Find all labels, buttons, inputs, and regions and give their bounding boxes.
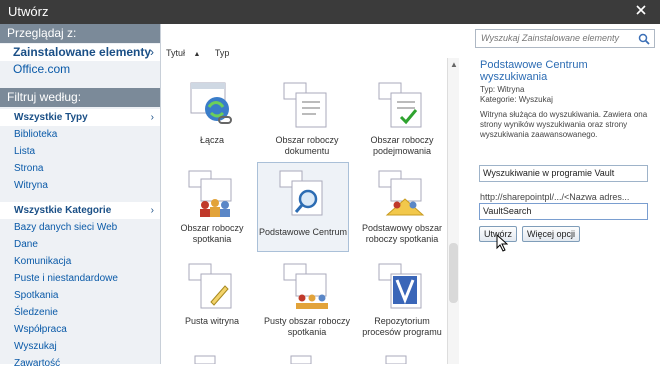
scroll-up-icon[interactable]: ▲ [450,60,458,69]
source-office-label: Office.com [13,62,71,76]
tile-label: Obszar roboczy dokumentu [275,135,339,156]
close-icon[interactable] [634,3,648,17]
template-gallery: Tytuł ▲ Typ Łącza Obszar roboczy dokumen… [161,24,459,364]
search-center-icon [279,170,323,216]
meeting-workspace-icon [188,170,232,217]
sidebar: Przeglądaj z: Zainstalowane elementy › Of… [0,24,161,369]
filter-type-site[interactable]: Witryna [0,177,160,194]
search-icon[interactable] [638,33,650,45]
url-prefix: http://sharepointpl/.../<Nazwa adres... [480,192,630,202]
template-tile[interactable]: Obszar roboczy spotkania [167,167,257,255]
template-tile[interactable]: Obszar roboczy podejmowania [357,79,447,167]
scroll-thumb[interactable] [449,243,458,303]
template-meta: Typ: Witryna Kategorie: Wyszukaj [480,85,553,105]
blank-meeting-workspace-icon [283,263,328,309]
template-tile[interactable]: Obszar roboczy dokumentu [262,79,352,167]
sort-by-title[interactable]: Tytuł ▲ [166,48,206,58]
chevron-right-icon: › [150,112,154,123]
chevron-right-icon: › [150,205,154,216]
filter-category-tracking[interactable]: Śledzenie [0,304,160,321]
filter-category-all[interactable]: Wszystkie Kategorie › [0,202,160,219]
filter-category-all-label: Wszystkie Kategorie [14,205,112,216]
browse-heading: Przeglądaj z: [0,24,160,43]
template-tile[interactable]: Łącza [167,79,257,167]
filter-category-communication[interactable]: Komunikacja [0,253,160,270]
tile-label: Podstawowe Centrum [258,227,348,237]
source-installed-label: Zainstalowane elementy [13,45,152,59]
filter-category-data[interactable]: Dane [0,236,160,253]
blank-site-icon [188,263,232,309]
filter-category-blank[interactable]: Puste i niestandardowe [0,270,160,287]
process-repository-icon [378,263,422,309]
tile-label: Obszar roboczy spotkania [180,223,244,244]
sort-bar: Tytuł ▲ Typ [166,48,235,58]
filter-type-list[interactable]: Lista [0,143,160,160]
source-installed[interactable]: Zainstalowane elementy › [0,44,160,61]
filter-category-webdb[interactable]: Bazy danych sieci Web [0,219,160,236]
title-bar: Utwórz [0,0,660,24]
filter-type-all-label: Wszystkie Typy [14,112,88,123]
sort-title-label: Tytuł [166,48,186,58]
url-field[interactable]: VaultSearch [479,203,648,220]
template-tile[interactable]: Pusty obszar roboczy spotkania [262,260,352,348]
template-tile[interactable]: Podstawowy obszar roboczy spotkania [357,167,447,255]
more-tiles-hint [194,355,407,364]
template-title: Podstawowe Centrum wyszukiwania [480,59,588,83]
more-options-button[interactable]: Więcej opcji [522,226,580,242]
gallery-scrollbar[interactable]: ▲ [447,58,459,364]
links-icon [190,82,232,124]
filter-type-library[interactable]: Biblioteka [0,126,160,143]
source-office[interactable]: Office.com [0,61,160,78]
filter-category-collaboration[interactable]: Współpraca [0,321,160,338]
template-tile[interactable]: Pusta witryna [167,260,257,348]
filter-type-all[interactable]: Wszystkie Typy › [0,109,160,126]
details-pane: Podstawowe Centrum wyszukiwania Typ: Wit… [459,24,660,364]
tile-label: Podstawowy obszar roboczy spotkania [361,223,443,244]
template-tile-selected[interactable]: Podstawowe Centrum [257,162,349,252]
filter-category-meetings[interactable]: Spotkania [0,287,160,304]
title-field[interactable]: Wyszukiwanie w programie Vault [479,165,648,182]
filter-heading: Filtruj według: [0,88,160,107]
template-tile[interactable]: Repozytorium procesów programu [357,260,447,348]
window-title: Utwórz [8,4,49,19]
search-input[interactable] [479,32,633,44]
tile-label: Łącza [199,135,225,145]
document-workspace-icon [283,82,327,128]
tile-label: Pusty obszar roboczy spotkania [263,316,351,337]
filter-type-page[interactable]: Strona [0,160,160,177]
decision-workspace-icon [378,82,422,128]
tile-label: Pusta witryna [184,316,240,326]
template-category: Kategorie: Wyszukaj [480,95,553,104]
chevron-right-icon: › [150,45,154,59]
filter-category-search[interactable]: Wyszukaj [0,338,160,355]
sort-by-type[interactable]: Typ [215,48,230,58]
tile-label: Repozytorium procesów programu [362,316,442,337]
tile-label: Obszar roboczy podejmowania [370,135,434,156]
basic-meeting-workspace-icon [378,170,425,216]
search-box[interactable] [475,29,655,48]
mouse-cursor-icon [496,234,508,252]
template-description: Witryna służąca do wyszukiwania. Zawiera… [480,110,648,139]
sort-ascending-icon: ▲ [193,51,201,58]
template-type: Typ: Witryna [480,85,525,94]
